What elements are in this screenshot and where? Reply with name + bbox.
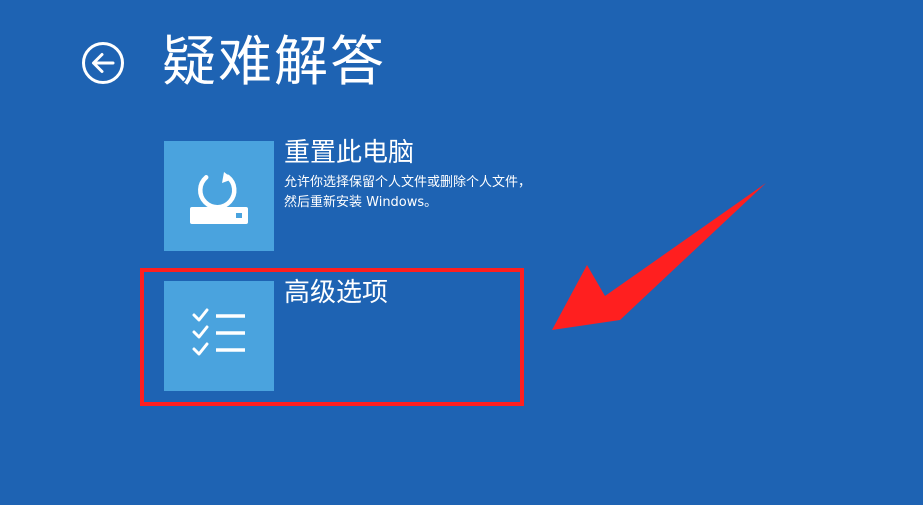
advanced-options-tile	[164, 281, 274, 391]
advanced-options-option[interactable]: 高级选项	[164, 278, 544, 391]
back-arrow-icon	[82, 42, 124, 84]
reset-pc-option[interactable]: 重置此电脑 允许你选择保留个人文件或删除个人文件，然后重新安装 Windows。	[164, 138, 544, 251]
annotation-arrow-icon	[552, 183, 766, 330]
reset-pc-icon	[190, 172, 248, 224]
reset-pc-description: 允许你选择保留个人文件或删除个人文件，然后重新安装 Windows。	[284, 175, 532, 210]
back-button[interactable]	[80, 40, 126, 86]
page-title: 疑难解答	[162, 30, 386, 93]
reset-pc-title: 重置此电脑	[284, 138, 415, 168]
reset-pc-tile	[164, 141, 274, 251]
checklist-icon	[192, 308, 245, 356]
advanced-options-title: 高级选项	[284, 278, 389, 308]
